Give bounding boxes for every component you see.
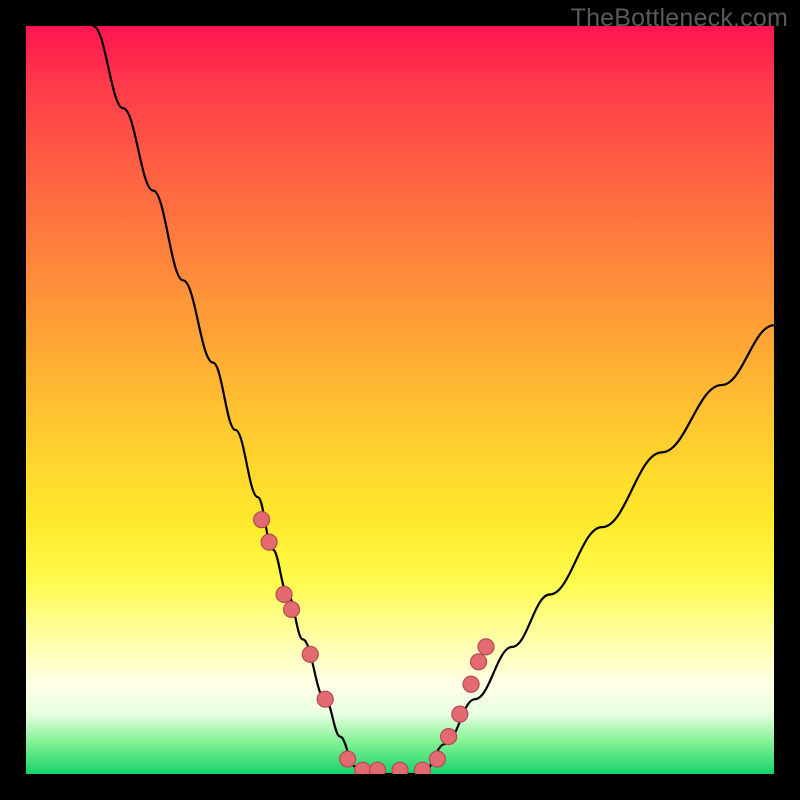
marker-group <box>254 512 494 774</box>
marker-point <box>463 676 479 692</box>
marker-point <box>452 706 468 722</box>
marker-point <box>429 751 445 767</box>
chart-frame: TheBottleneck.com <box>0 0 800 800</box>
marker-point <box>478 639 494 655</box>
marker-point <box>302 646 318 662</box>
marker-point <box>355 762 371 774</box>
curve-left-curve <box>93 26 362 774</box>
marker-point <box>317 691 333 707</box>
marker-point <box>471 654 487 670</box>
marker-point <box>441 729 457 745</box>
marker-point <box>261 534 277 550</box>
watermark-text: TheBottleneck.com <box>571 4 788 33</box>
marker-point <box>370 762 386 774</box>
marker-point <box>340 751 356 767</box>
marker-point <box>284 601 300 617</box>
chart-overlay <box>26 26 774 774</box>
curve-right-curve <box>422 325 774 774</box>
marker-point <box>276 586 292 602</box>
curve-group <box>93 26 774 774</box>
plot-area <box>26 26 774 774</box>
marker-point <box>254 512 270 528</box>
marker-point <box>414 762 430 774</box>
marker-point <box>392 762 408 774</box>
